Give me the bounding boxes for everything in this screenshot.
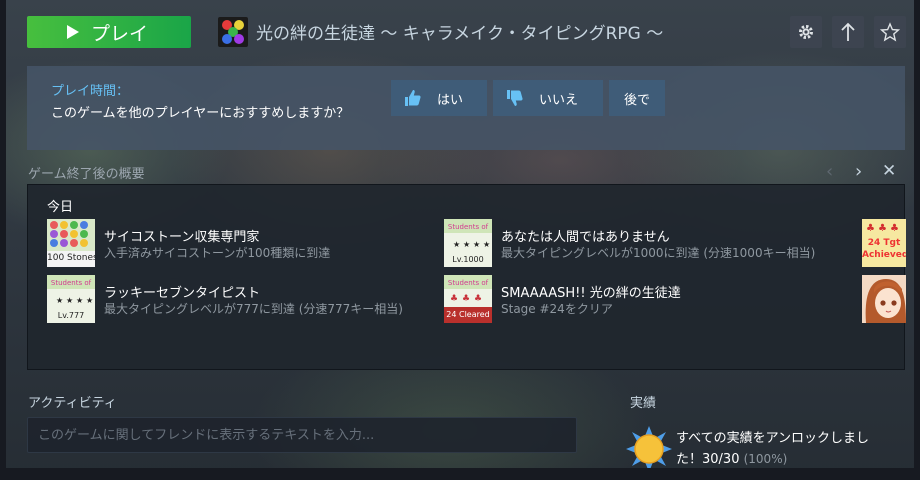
achievement-title: あなたは人間ではありません xyxy=(501,230,670,245)
svg-text:★: ★ xyxy=(483,240,490,249)
game-title: 光の絆の生徒達 ～ キャラメイク・タイピングRPG ～ xyxy=(256,24,664,44)
arrow-up-icon xyxy=(841,22,855,41)
chevron-right-icon[interactable]: › xyxy=(855,161,862,182)
svg-text:Students of: Students of xyxy=(448,279,489,287)
achievement-desc: 最大タイピングレベルが777に到達 (分速777キー相当) xyxy=(104,302,403,316)
achievement-icon-lv777: Students of ★ ★ ★ ★ Lv.777 xyxy=(47,275,95,323)
svg-text:♣: ♣ xyxy=(450,294,458,304)
svg-text:★: ★ xyxy=(86,296,93,305)
achievement-desc: 最大タイピングレベルが1000に到達 (分速1000キー相当) xyxy=(501,246,816,260)
yes-button[interactable]: はい xyxy=(391,80,487,116)
window-frame-bottom xyxy=(0,468,920,480)
later-label: 後で xyxy=(623,92,650,108)
activity-label: アクティビティ xyxy=(28,396,117,411)
play-button[interactable]: プレイ xyxy=(27,16,191,48)
achievement-title: サイコストーン収集専門家 xyxy=(104,230,260,245)
svg-text:★: ★ xyxy=(66,296,73,305)
achievement-icon-label: 100 Stones xyxy=(47,253,95,263)
achievement-desc: Stage #24をクリア xyxy=(501,302,613,316)
sun-badge-icon xyxy=(626,426,672,472)
today-label: 今日 xyxy=(47,200,74,215)
review-question: このゲームを他のプレイヤーにおすすめしますか？ xyxy=(51,106,350,121)
achievement-icon-label: Lv.1000 xyxy=(452,255,484,264)
svg-text:♣: ♣ xyxy=(462,294,470,304)
chevron-left-icon[interactable]: ‹ xyxy=(826,161,833,182)
achievement-title: SMAAAASH!! 光の絆の生徒達 xyxy=(501,286,681,301)
game-header: プレイ 光の絆の生徒達 ～ キャラメイク・タイピングRPG ～ xyxy=(6,4,914,60)
svg-text:♣: ♣ xyxy=(474,294,482,304)
achievement-title: ラッキーセブンタイピスト xyxy=(104,286,261,301)
achievements-percent: (100%) xyxy=(743,452,788,466)
thumbs-up-icon xyxy=(405,90,421,106)
achievement-icon-partial: ♣ ♣ ♣ 24 Tgt Achieved xyxy=(862,219,906,267)
svg-text:♣: ♣ xyxy=(878,223,887,234)
game-icon xyxy=(218,17,248,47)
svg-text:★: ★ xyxy=(463,240,470,249)
achievement-desc: 入手済みサイコストーンが100種類に到達 xyxy=(104,246,331,260)
svg-text:★: ★ xyxy=(453,240,460,249)
thumbs-down-icon xyxy=(507,90,523,106)
achievement-icon-label: 24 Tgt Achieved xyxy=(862,238,906,260)
no-label: いいえ xyxy=(539,92,579,108)
review-prompt: プレイ時間： このゲームを他のプレイヤーにおすすめしますか？ はい いいえ 後で xyxy=(27,66,905,150)
svg-text:★: ★ xyxy=(473,240,480,249)
achievement-icon-lv1000: Students of ★ ★ ★ ★ Lv.1000 xyxy=(444,219,492,267)
no-button[interactable]: いいえ xyxy=(493,80,603,116)
achievement-icon-label: 24 Cleared xyxy=(446,310,490,319)
achievements-label: 実績 xyxy=(630,396,657,411)
achievement-icon-stage24: Students of ♣ ♣ ♣ 24 Cleared xyxy=(444,275,492,323)
achievement-icon-stones: 100 Stones xyxy=(47,219,95,267)
window-frame-left xyxy=(0,0,6,480)
svg-text:Students of: Students of xyxy=(448,223,489,231)
svg-text:★: ★ xyxy=(76,296,83,305)
svg-text:★: ★ xyxy=(56,296,63,305)
yes-label: はい xyxy=(437,92,464,108)
summary-section-title: ゲーム終了後の概要 xyxy=(28,167,145,182)
upload-button[interactable] xyxy=(832,16,864,48)
playtime-label: プレイ時間： xyxy=(51,84,130,99)
svg-text:♣: ♣ xyxy=(866,223,875,234)
svg-text:♣: ♣ xyxy=(890,223,899,234)
achievement-icon-label: Lv.777 xyxy=(57,311,85,320)
close-icon[interactable]: ✕ xyxy=(882,161,896,181)
settings-button[interactable] xyxy=(790,16,822,48)
gear-icon xyxy=(799,25,813,39)
all-achievements-text: すべての実績をアンロックしました！30/30 (100%) xyxy=(676,429,886,470)
play-icon xyxy=(67,25,79,39)
later-button[interactable]: 後で xyxy=(609,80,665,116)
play-label: プレイ xyxy=(91,22,149,45)
character-portrait xyxy=(862,275,906,323)
svg-text:Students of: Students of xyxy=(51,279,92,287)
star-icon xyxy=(880,22,900,42)
window-frame-right xyxy=(914,0,920,480)
activity-input[interactable] xyxy=(27,417,577,453)
favorite-button[interactable] xyxy=(874,16,906,48)
